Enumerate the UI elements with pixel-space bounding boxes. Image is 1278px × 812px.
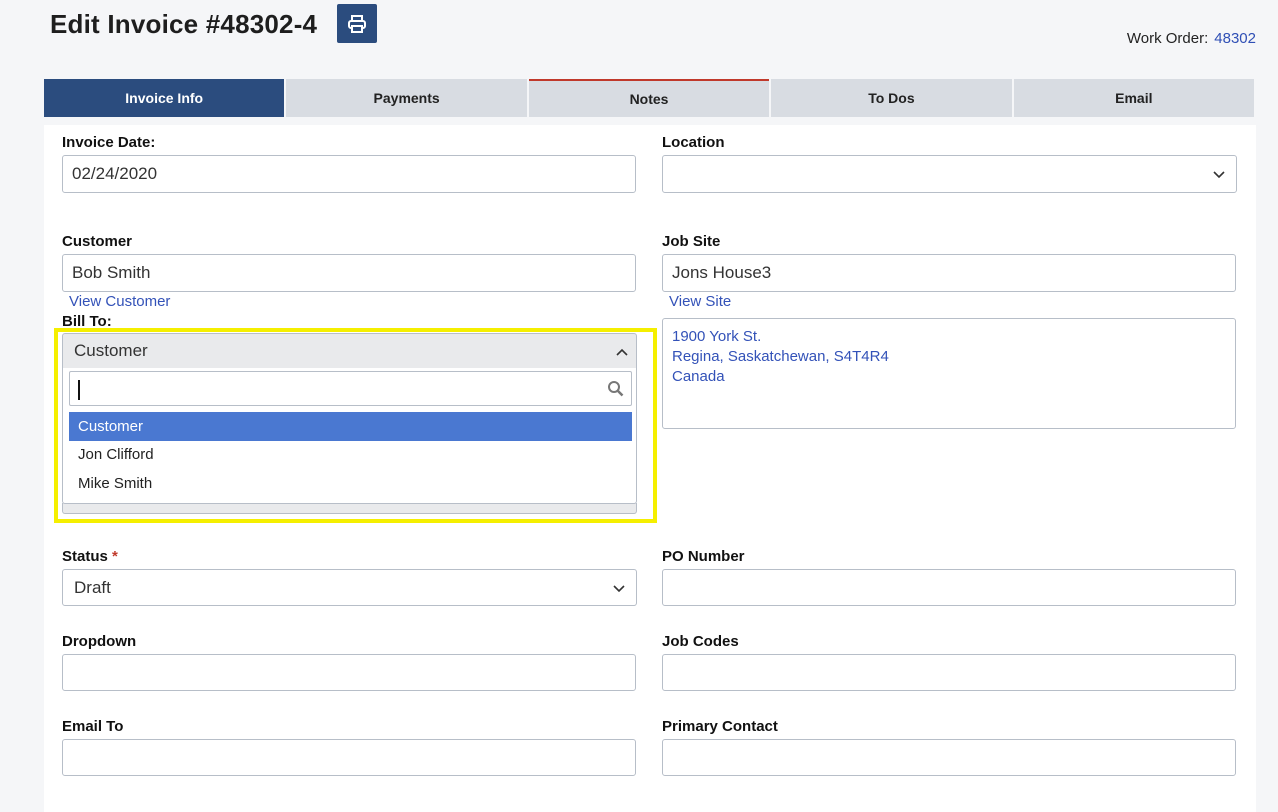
print-button[interactable] [337, 4, 377, 43]
job-codes-label: Job Codes [662, 633, 739, 650]
work-order-label: Work Order: [1126, 30, 1209, 47]
chevron-down-icon [613, 585, 625, 593]
tab-payments[interactable]: Payments [286, 79, 527, 117]
job-site-label: Job Site [662, 233, 721, 250]
page-title: Edit Invoice #48302-4 [50, 9, 318, 39]
dropdown-label: Dropdown [62, 633, 137, 650]
primary-contact-input[interactable] [662, 739, 1236, 776]
highlight-box [54, 328, 657, 523]
job-codes-input[interactable] [662, 654, 1236, 691]
location-select[interactable] [662, 155, 1237, 193]
chevron-down-icon [1213, 171, 1225, 179]
tab-email[interactable]: Email [1013, 79, 1255, 117]
view-site-link[interactable]: View Site [669, 293, 731, 310]
job-site-address: 1900 York St. Regina, Saskatchewan, S4T4… [662, 318, 1236, 429]
address-line-1: 1900 York St. [672, 328, 762, 345]
location-label: Location [662, 134, 725, 151]
address-line-2: Regina, Saskatchewan, S4T4R4 [672, 348, 889, 365]
work-order-link[interactable]: 48302 [1214, 30, 1256, 47]
status-select[interactable]: Draft [62, 569, 637, 606]
status-value: Draft [74, 577, 111, 597]
status-label-text: Status [62, 548, 108, 565]
primary-contact-label: Primary Contact [662, 718, 778, 735]
dropdown-input[interactable] [62, 654, 636, 691]
invoice-date-label: Invoice Date: [62, 134, 156, 151]
customer-label: Customer [62, 233, 133, 250]
address-line-3: Canada [672, 368, 725, 385]
po-number-label: PO Number [662, 548, 745, 565]
tab-notes[interactable]: Notes [528, 79, 770, 117]
tab-invoice-info[interactable]: Invoice Info [44, 79, 285, 117]
po-number-input[interactable] [662, 569, 1236, 606]
invoice-date-input[interactable]: 02/24/2020 [62, 155, 636, 193]
work-order: Work Order: 48302 [1127, 30, 1256, 47]
email-to-input[interactable] [62, 739, 636, 776]
customer-input[interactable]: Bob Smith [62, 254, 636, 292]
email-to-label: Email To [62, 718, 124, 735]
tab-bar: Invoice Info Payments Notes To Dos Email [44, 79, 1255, 117]
status-label: Status * [62, 548, 118, 565]
required-mark: * [112, 548, 118, 565]
job-site-input[interactable]: Jons House3 [662, 254, 1236, 292]
view-customer-link[interactable]: View Customer [69, 293, 170, 310]
printer-icon [348, 14, 366, 33]
tab-to-dos[interactable]: To Dos [771, 79, 1012, 117]
